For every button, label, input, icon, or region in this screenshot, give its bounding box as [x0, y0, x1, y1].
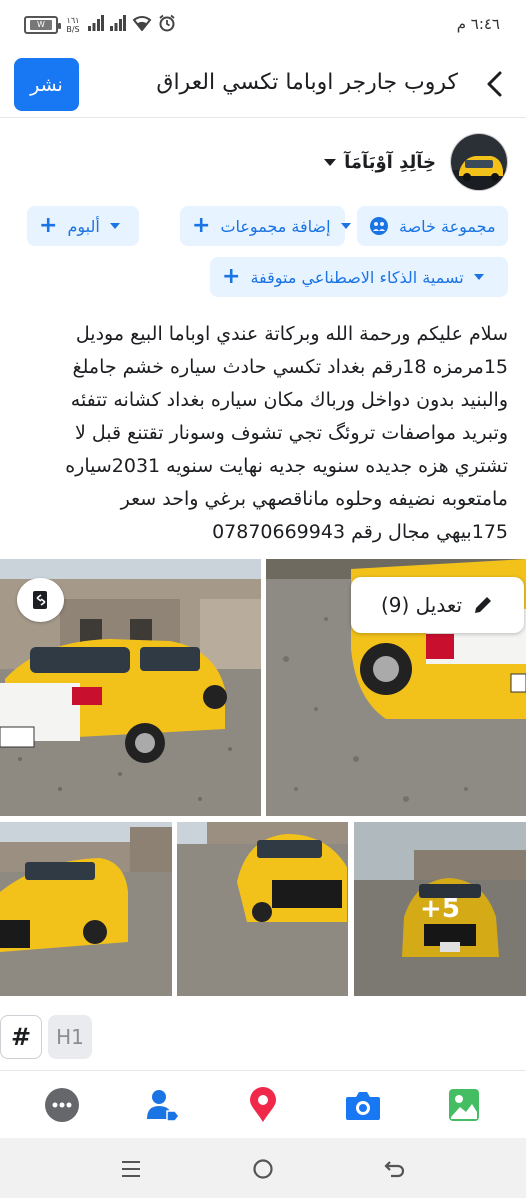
caret-down-icon — [473, 274, 484, 280]
album-label: ألبوم — [67, 216, 100, 236]
post-text[interactable]: سلام عليكم ورحمة الله وبركاتة عندي اوبام… — [14, 318, 508, 549]
plus-icon: + — [192, 213, 211, 238]
author-row: خِآلِدِ آوْبَآمَآ — [324, 130, 508, 194]
swap-icon — [32, 591, 47, 609]
recent-apps-button[interactable] — [116, 1154, 146, 1184]
pencil-icon — [475, 597, 492, 613]
header: كروب جارجر اوباما تكسي العراق نشر — [0, 50, 526, 118]
camera-button[interactable] — [343, 1085, 383, 1125]
cellular-signal-icon-2 — [110, 15, 126, 35]
ai-label-text: تسمية الذكاء الاصطناعي متوقفة — [250, 267, 464, 287]
camera-icon — [346, 1092, 380, 1120]
edit-photos-label: تعديل (9) — [380, 593, 463, 617]
back-button[interactable] — [476, 64, 512, 104]
photo-icon — [449, 1089, 479, 1121]
tag-people-icon — [147, 1090, 180, 1122]
ai-label-chip[interactable]: + تسمية الذكاء الاصطناعي متوقفة — [210, 257, 508, 297]
post-line: 15مرمزه 18رقم بغداد تكسي حادث سياره خشم … — [72, 356, 509, 378]
back-nav-button[interactable] — [380, 1154, 410, 1184]
tag-people-button[interactable] — [143, 1085, 183, 1125]
check-in-button[interactable] — [243, 1085, 283, 1125]
caret-down-icon — [324, 158, 337, 166]
location-pin-icon — [250, 1087, 276, 1122]
plus-icon: + — [39, 213, 58, 238]
post-line: سلام عليكم ورحمة الله وبركاتة عندي اوبام… — [75, 323, 508, 345]
system-nav-bar — [0, 1138, 526, 1198]
album-chip[interactable]: + ألبوم — [27, 206, 139, 246]
network-speed: ١٦١ B/S — [66, 16, 80, 34]
more-options-button[interactable] — [42, 1085, 82, 1125]
alarm-icon — [158, 14, 176, 36]
post-line: مامتعوبه نضيفه وحلوه ماناقصهي برغي واحد … — [120, 488, 508, 510]
cellular-signal-icon — [88, 15, 104, 35]
home-icon — [253, 1159, 273, 1179]
post-line: وتبريد مواصفات تروئگ تجي تشوف وسونار تقت… — [74, 422, 508, 444]
home-button[interactable] — [248, 1154, 278, 1184]
avatar[interactable] — [450, 133, 508, 191]
plus-icon: + — [222, 264, 241, 289]
author-name-label: خِآلِدِ آوْبَآمَآ — [344, 151, 436, 173]
hashtag-button[interactable]: # — [0, 1015, 42, 1059]
add-groups-label: إضافة مجموعات — [220, 216, 331, 236]
privacy-label: مجموعة خاصة — [399, 216, 496, 236]
caret-down-icon — [340, 223, 351, 229]
status-time: ٦:٤٦ م — [456, 15, 500, 33]
photo-3[interactable] — [0, 822, 172, 996]
chevron-left-icon — [487, 71, 502, 97]
photo-4[interactable] — [177, 822, 348, 996]
photo-video-button[interactable] — [444, 1085, 484, 1125]
post-line: تشتري هزه جديده سنويه جديه نهايت سنويه 2… — [65, 455, 508, 477]
edit-photos-button[interactable]: تعديل (9) — [351, 577, 524, 633]
status-icons: W ١٦١ B/S — [24, 12, 176, 38]
add-groups-chip[interactable]: + إضافة مجموعات — [180, 206, 351, 246]
privacy-chip[interactable]: مجموعة خاصة — [357, 206, 508, 246]
reorder-photos-button[interactable] — [17, 578, 64, 622]
post-line: والبنيد بدون دواخل ورباك مكان سياره بغدا… — [70, 389, 508, 411]
heading-button[interactable]: H1 — [48, 1015, 92, 1059]
battery-icon: W — [24, 16, 61, 34]
wifi-icon — [132, 15, 152, 35]
more-icon — [45, 1088, 79, 1122]
status-bar: W ١٦١ B/S ٦:٤٦ م — [0, 0, 526, 50]
caret-down-icon — [109, 223, 120, 229]
page-title: كروب جارجر اوباما تكسي العراق — [156, 70, 458, 95]
post-line: 175بيهي مجال رقم 07870669943 — [212, 521, 508, 543]
recent-apps-icon — [122, 1161, 140, 1177]
back-arrow-icon — [384, 1161, 405, 1178]
group-icon — [370, 217, 388, 235]
author-name[interactable]: خِآلِدِ آوْبَآمَآ — [324, 152, 436, 173]
more-photos-overlay[interactable]: +5 — [354, 822, 526, 996]
post-button[interactable]: نشر — [14, 58, 79, 111]
composer-action-bar — [0, 1070, 526, 1138]
